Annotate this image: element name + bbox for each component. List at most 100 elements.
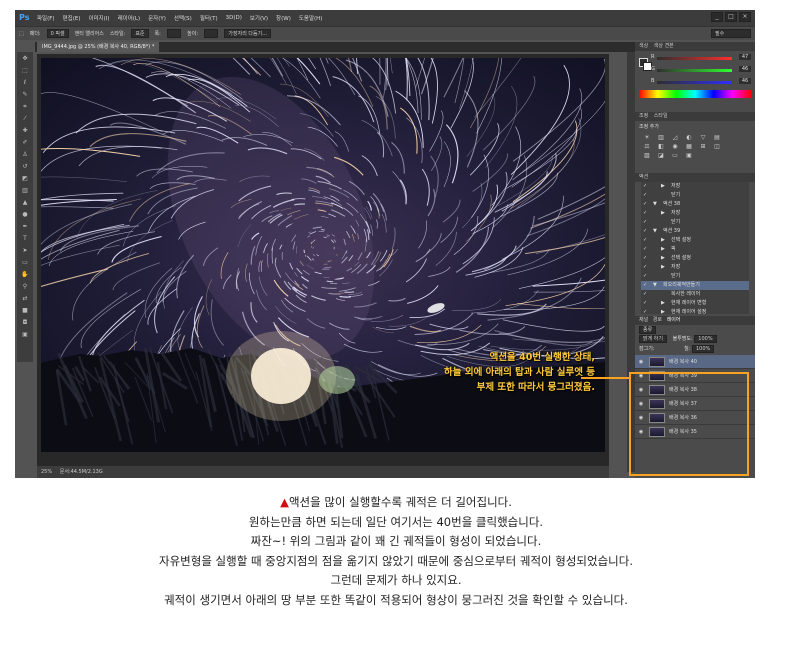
photo-filter-icon[interactable]: ◉ <box>669 143 681 150</box>
action-item[interactable]: ✓ ▼ 회오리궤적만들기 <box>641 281 749 290</box>
dodge-tool-icon[interactable]: ● <box>18 210 32 220</box>
menu-3d[interactable]: 3D(D) <box>226 15 242 21</box>
action-check-icon[interactable]: ✓ <box>643 236 649 245</box>
quick-mask-icon[interactable]: ◘ <box>18 318 32 328</box>
action-item[interactable]: ✓ ▶ 픽 <box>641 245 749 254</box>
layer-row[interactable]: ◉ 배경 복사 37 <box>635 397 755 411</box>
action-item[interactable]: ✓ ▶ 저장 <box>641 182 749 191</box>
menu-edit[interactable]: 편집(E) <box>63 14 81 22</box>
tab-channels[interactable]: 채널 <box>639 317 648 323</box>
action-check-icon[interactable]: ✓ <box>643 308 649 314</box>
action-check-icon[interactable]: ✓ <box>643 272 649 281</box>
color-spectrum[interactable] <box>639 90 751 98</box>
minimize-button[interactable]: _ <box>711 12 723 22</box>
marquee-icon[interactable]: ⬚ <box>19 31 24 37</box>
fill-input[interactable]: 100% <box>691 345 715 353</box>
style-select[interactable]: 표준 <box>131 29 149 38</box>
lasso-tool-icon[interactable]: ℓ <box>18 78 32 88</box>
layer-row[interactable]: ◉ 배경 복사 39 <box>635 369 755 383</box>
action-check-icon[interactable]: ✓ <box>643 254 649 263</box>
visibility-eye-icon[interactable]: ◉ <box>637 369 645 383</box>
action-check-icon[interactable]: ✓ <box>643 182 649 191</box>
action-item[interactable]: ✓ 닫기 <box>641 218 749 227</box>
tab-actions[interactable]: 액션 <box>639 174 648 180</box>
height-input[interactable] <box>204 29 219 38</box>
action-item[interactable]: ✓ ▼ 액션 39 <box>641 227 749 236</box>
action-item[interactable]: ✓ ▶ 저장 <box>641 263 749 272</box>
tab-paths[interactable]: 경로 <box>653 317 662 323</box>
visibility-eye-icon[interactable]: ◉ <box>637 355 645 369</box>
red-slider-track[interactable] <box>657 57 732 60</box>
invert-icon[interactable]: ◫ <box>711 143 723 150</box>
color-balance-icon[interactable]: ⚖ <box>641 143 653 150</box>
red-value[interactable]: 47 <box>739 54 751 60</box>
menu-image[interactable]: 이미지(I) <box>88 14 109 22</box>
posterize-icon[interactable]: ▨ <box>641 152 653 159</box>
eyedropper-icon[interactable]: ⁄ <box>18 114 32 124</box>
action-item[interactable]: ✓ ▶ 선택 설정 <box>641 236 749 245</box>
menu-filter[interactable]: 필터(T) <box>200 14 218 22</box>
layer-row[interactable]: ◉ 배경 복사 40 <box>635 355 755 369</box>
layer-row[interactable]: ◉ 배경 복사 35 <box>635 425 755 439</box>
action-item[interactable]: ✓ 복사한 레이어 <box>641 290 749 299</box>
gradient-map-icon[interactable]: ▭ <box>669 152 681 159</box>
red-slider[interactable]: R 47 <box>651 54 751 63</box>
threshold-icon[interactable]: ◪ <box>655 152 667 159</box>
curves-icon[interactable]: ◿ <box>669 134 681 141</box>
action-item[interactable]: ✓ ▶ 선택 설정 <box>641 254 749 263</box>
blue-value[interactable]: 46 <box>739 78 751 84</box>
feather-input[interactable]: 0 픽셀 <box>46 29 69 38</box>
green-slider-track[interactable] <box>657 69 732 72</box>
bw-icon[interactable]: ◧ <box>655 143 667 150</box>
menu-view[interactable]: 보기(V) <box>250 14 268 22</box>
brightness-icon[interactable]: ☀ <box>641 134 653 141</box>
opacity-input[interactable]: 100% <box>694 335 717 343</box>
tab-layers[interactable]: 레이어 <box>667 317 681 323</box>
brush-tool-icon[interactable]: ✐ <box>18 138 32 148</box>
menu-window[interactable]: 창(W) <box>276 14 291 22</box>
tab-swatches[interactable]: 색상 견본 <box>654 43 674 49</box>
menu-select[interactable]: 선택(S) <box>174 14 192 22</box>
action-check-icon[interactable]: ✓ <box>643 218 649 227</box>
shape-tool-icon[interactable]: ▭ <box>18 258 32 268</box>
color-lookup-icon[interactable]: ⊞ <box>697 143 709 150</box>
blur-tool-icon[interactable]: ▲ <box>18 198 32 208</box>
gradient-tool-icon[interactable]: ▥ <box>18 186 32 196</box>
menu-help[interactable]: 도움말(H) <box>299 14 323 22</box>
action-item[interactable]: ✓ ▼ 액션 38 <box>641 200 749 209</box>
menu-layer[interactable]: 레이어(L) <box>118 14 141 22</box>
color-swatches-icon[interactable]: ■ <box>18 306 32 316</box>
visibility-eye-icon[interactable]: ◉ <box>637 383 645 397</box>
vibrance-icon[interactable]: ▽ <box>697 134 709 141</box>
blue-slider[interactable]: B 46 <box>651 78 751 87</box>
zoom-level[interactable]: 25% <box>41 469 52 475</box>
width-input[interactable] <box>166 29 182 38</box>
tab-adjustments[interactable]: 조정 <box>639 113 648 119</box>
hand-tool-icon[interactable]: ✋ <box>18 270 32 280</box>
quick-select-icon[interactable]: ✎ <box>18 90 32 100</box>
channel-mixer-icon[interactable]: ▦ <box>683 143 695 150</box>
action-check-icon[interactable]: ✓ <box>643 290 649 299</box>
tab-color[interactable]: 색상 <box>639 43 648 49</box>
blend-mode-select[interactable]: 밝게 하기 <box>639 335 667 343</box>
workspace-select[interactable]: 필수 <box>711 29 751 38</box>
blue-slider-track[interactable] <box>657 81 732 84</box>
clone-stamp-icon[interactable]: ♙ <box>18 150 32 160</box>
tab-styles[interactable]: 스타일 <box>654 113 668 119</box>
action-check-icon[interactable]: ✓ <box>643 281 649 290</box>
antialias-checkbox[interactable]: 앤티 앨리어스 <box>75 30 104 37</box>
action-check-icon[interactable]: ✓ <box>643 245 649 254</box>
move-tool-icon[interactable]: ✥ <box>18 54 32 64</box>
document-tab[interactable]: IMG_9444.jpg @ 25% (배경 복사 40, RGB/8*) * <box>37 42 160 52</box>
swap-colors-icon[interactable]: ⇄ <box>18 294 32 304</box>
marquee-tool-icon[interactable]: ⬚ <box>18 66 32 76</box>
pen-tool-icon[interactable]: ✒ <box>18 222 32 232</box>
visibility-eye-icon[interactable]: ◉ <box>637 397 645 411</box>
screen-mode-icon[interactable]: ▣ <box>18 330 32 340</box>
layer-row[interactable]: ◉ 배경 복사 36 <box>635 411 755 425</box>
action-item[interactable]: ✓ 닫기 <box>641 191 749 200</box>
refine-edge-button[interactable]: 가장자리 다듬기... <box>224 29 271 38</box>
type-tool-icon[interactable]: T <box>18 234 32 244</box>
green-value[interactable]: 46 <box>739 66 751 72</box>
green-slider[interactable]: G 46 <box>651 66 751 75</box>
